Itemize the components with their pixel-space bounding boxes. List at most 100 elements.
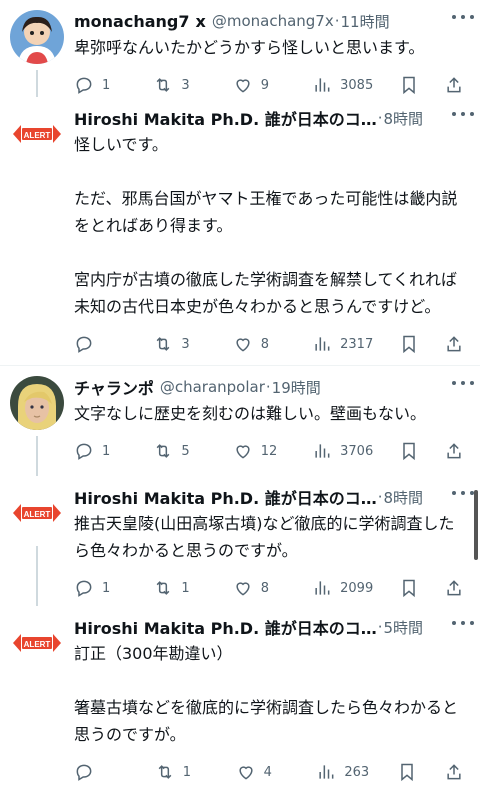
display-name[interactable]: Hiroshi Makita Ph.D. 誰が日本のコ… [74,486,377,508]
repost-button[interactable]: 3 [153,334,207,354]
reply-button[interactable]: 1 [74,441,128,461]
bookmark-icon [401,763,413,782]
display-name[interactable]: monachang7 [74,12,190,31]
alert-logo-text: ALERT [24,131,51,140]
views-button[interactable]: 2317 [312,334,373,354]
reply-count: 1 [102,77,111,93]
share-icon [447,764,461,780]
share-icon [447,77,461,93]
reply-icon [76,336,92,353]
repost-button[interactable]: 1 [155,762,209,782]
reply-icon [76,77,92,94]
share-button[interactable] [444,334,464,354]
views-button[interactable]: 3085 [312,75,373,95]
thread-line [36,70,38,97]
thread-line [36,436,38,476]
bookmark-icon [402,76,415,95]
tweet-text: 怪しいです。 ただ、邪馬台国がヤマト王権であった可能性は畿内説をとればあり得ます… [74,135,458,316]
tweet[interactable]: ALERT Hiroshi Makita Ph.D. 誰が日本のコ… · 8時間… [0,97,480,365]
bookmark-icon [402,579,415,598]
views-button[interactable]: 2099 [312,578,373,598]
scrollbar[interactable] [474,490,478,560]
share-icon [447,443,461,459]
views-icon [315,337,330,351]
display-name[interactable]: チャランポ [74,376,154,398]
action-bar: 3 8 2317 [74,324,470,364]
like-count: 8 [260,580,270,596]
repost-button[interactable]: 3 [153,75,207,95]
views-button[interactable]: 3706 [312,441,373,461]
separator-dot: · [265,378,271,396]
repost-count: 1 [182,764,192,780]
like-count: 9 [260,77,270,93]
avatar[interactable] [10,376,64,430]
tweet-text: 訂正（300年勘違い） 箸墓古墳などを徹底的に学術調査したら色々わかると思うので… [74,644,459,744]
avatar[interactable]: ALERT [10,616,64,670]
like-button[interactable]: 4 [236,762,290,782]
like-button[interactable]: 8 [233,578,287,598]
timestamp[interactable]: 11時間 [341,11,390,32]
tweet-header: チャランポ @charanpolar · 19時間 [74,376,470,398]
bookmark-button[interactable] [397,762,417,782]
reply-icon [76,764,92,781]
action-bar: 1 4 263 [74,752,470,792]
reply-count: 1 [102,580,111,596]
tweet[interactable]: ALERT Hiroshi Makita Ph.D. 誰が日本のコ… · 5時間… [0,606,480,782]
timestamp[interactable]: 5時間 [384,617,424,638]
repost-button[interactable]: 5 [153,441,207,461]
repost-count: 3 [181,77,190,93]
more-options-icon[interactable] [452,374,474,392]
bookmark-button[interactable] [399,75,419,95]
display-name[interactable]: Hiroshi Makita Ph.D. 誰が日本のコ… [74,616,377,638]
like-button[interactable]: 9 [233,75,287,95]
avatar[interactable] [10,10,64,64]
heart-icon [236,445,250,459]
more-options-icon[interactable] [452,8,474,26]
avatar-column: ALERT [10,107,64,365]
user-handle[interactable]: @charanpolar [160,378,265,396]
bookmark-icon [402,442,415,461]
reply-button[interactable]: 1 [74,75,128,95]
reply-button[interactable] [74,334,128,354]
bookmark-button[interactable] [399,578,419,598]
share-button[interactable] [444,578,464,598]
like-button[interactable]: 8 [233,334,287,354]
avatar[interactable]: ALERT [10,107,64,161]
repost-button[interactable]: 1 [153,578,207,598]
heart-icon [236,79,250,93]
tweet[interactable]: monachang7 x @monachang7x · 11時間 卑弥呼なんいた… [0,0,480,97]
views-button[interactable]: 263 [316,762,370,782]
timestamp[interactable]: 8時間 [384,108,424,129]
like-count: 12 [260,443,278,459]
views-icon [315,78,330,92]
tweet[interactable]: ALERT Hiroshi Makita Ph.D. 誰が日本のコ… · 8時間… [0,476,480,606]
tweet-header: Hiroshi Makita Ph.D. 誰が日本のコ… · 8時間 [74,486,470,508]
avatar[interactable]: ALERT [10,486,64,540]
display-name[interactable]: Hiroshi Makita Ph.D. 誰が日本のコ… [74,107,377,129]
share-button[interactable] [444,75,464,95]
separator-dot: · [377,488,383,506]
view-count: 263 [344,764,370,780]
tweet-text: 文字なしに歴史を刻むのは難しい。壁画もない。 [74,404,427,423]
like-count: 4 [263,764,272,780]
bookmark-button[interactable] [399,334,419,354]
bookmark-icon [402,335,415,354]
share-button[interactable] [444,441,464,461]
view-count: 3085 [340,77,374,93]
tweet[interactable]: チャランポ @charanpolar · 19時間 文字なしに歴史を刻むのは難し… [0,366,480,476]
reply-button[interactable] [74,762,128,782]
timestamp[interactable]: 8時間 [384,487,424,508]
share-button[interactable] [444,762,464,782]
timestamp[interactable]: 19時間 [272,377,321,398]
bookmark-button[interactable] [399,441,419,461]
user-handle[interactable]: @monachang7x [212,12,334,30]
name-badge: x [195,11,206,31]
more-options-icon[interactable] [452,484,474,502]
heart-icon [239,766,253,780]
view-count: 3706 [340,443,374,459]
more-options-icon[interactable] [452,105,474,123]
more-options-icon[interactable] [452,614,474,632]
like-button[interactable]: 12 [233,441,287,461]
avatar-column: ALERT [10,486,64,606]
reply-button[interactable]: 1 [74,578,128,598]
